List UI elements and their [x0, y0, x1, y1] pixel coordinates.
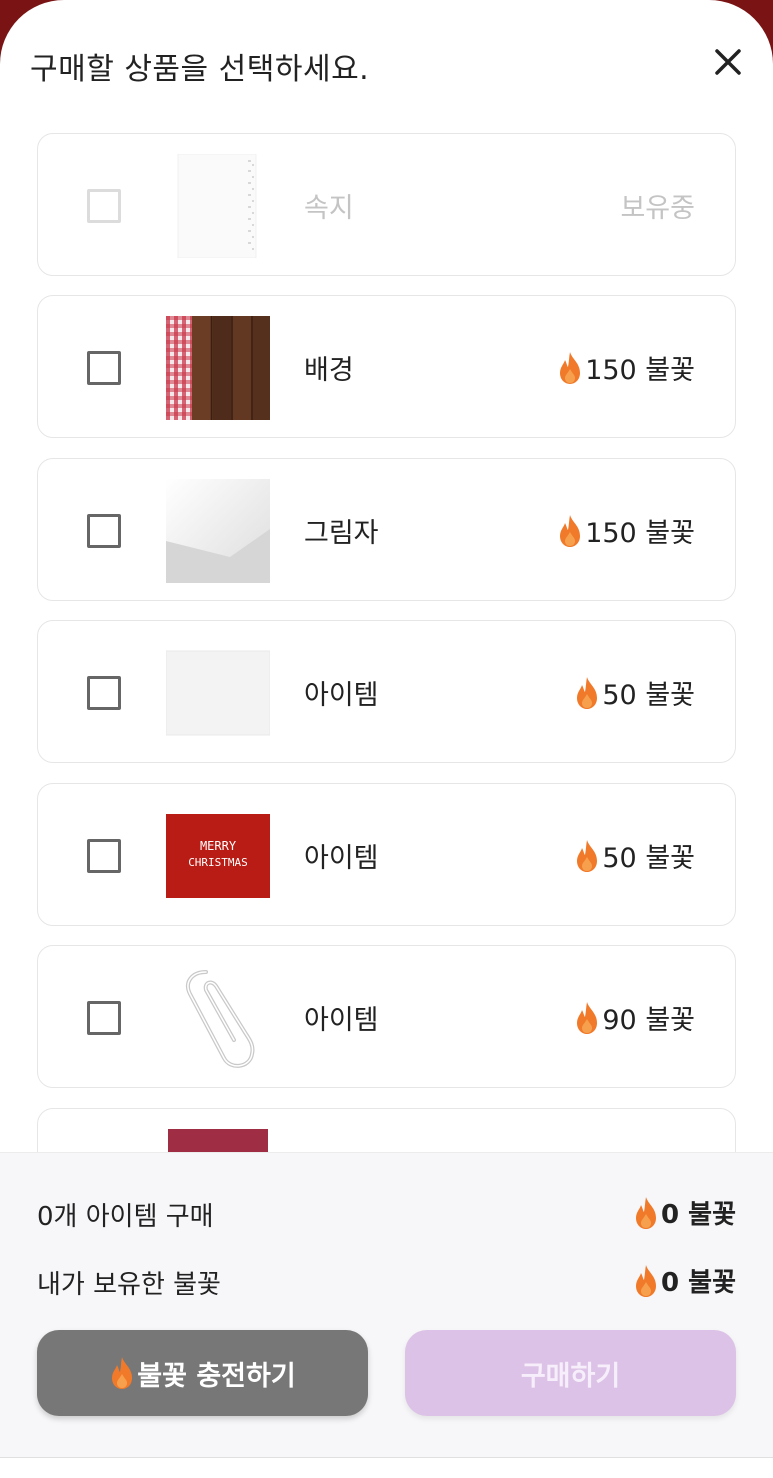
- close-icon: [715, 49, 741, 75]
- item-price: 150 불꽃: [557, 348, 695, 387]
- item-name: 배경: [304, 355, 354, 386]
- charge-sparks-label: 불꽃 충전하기: [137, 1360, 296, 1392]
- flame-icon: [560, 514, 581, 547]
- thumb-text-christmas: CHRISTMAS: [188, 856, 248, 869]
- item-price-text: 50 불꽃: [602, 843, 695, 874]
- owned-sparks-total: 0 불꽃: [633, 1262, 736, 1299]
- owned-sparks-row: 내가 보유한 불꽃 0 불꽃: [37, 1262, 736, 1302]
- list-item[interactable]: 아이템 50 불꽃: [37, 620, 736, 763]
- close-button[interactable]: [706, 40, 750, 84]
- purchase-sheet: 구매할 상품을 선택하세요. 속지 보유중 배경 150 불꽃 그림자 150 …: [0, 0, 773, 1478]
- purchase-count-row: 0개 아이템 구매 0 불꽃: [37, 1194, 736, 1234]
- item-checkbox[interactable]: [87, 839, 121, 873]
- sheet-header: 구매할 상품을 선택하세요.: [0, 0, 773, 130]
- item-name: 아이템: [304, 1005, 379, 1036]
- flame-icon: [560, 351, 581, 384]
- item-price-text: 150 불꽃: [585, 518, 695, 549]
- list-item[interactable]: 속지 보유중: [37, 133, 736, 276]
- owned-sparks-text: 0 불꽃: [661, 1268, 736, 1298]
- item-thumbnail-paper-sheet: [166, 153, 270, 259]
- list-item[interactable]: 아이템 90 불꽃: [37, 945, 736, 1088]
- buy-button-label: 구매하기: [520, 1360, 621, 1392]
- item-price-text: 50 불꽃: [602, 680, 695, 711]
- item-price: 50 불꽃: [574, 673, 695, 712]
- bottom-edge: [0, 1457, 773, 1478]
- purchase-count-label: 0개 아이템 구매: [37, 1202, 214, 1232]
- item-price: 150 불꽃: [557, 511, 695, 550]
- item-checkbox[interactable]: [87, 189, 121, 223]
- owned-status-label: 보유중: [620, 193, 695, 224]
- flame-icon: [636, 1196, 657, 1229]
- item-price: 90 불꽃: [574, 998, 695, 1037]
- list-item[interactable]: 그림자 150 불꽃: [37, 458, 736, 601]
- flame-icon: [577, 1001, 598, 1034]
- purchase-total-text: 0 불꽃: [661, 1200, 736, 1230]
- item-price-text: 150 불꽃: [585, 355, 695, 386]
- item-name: 아이템: [304, 843, 379, 874]
- item-name: 아이템: [304, 680, 379, 711]
- list-item[interactable]: 배경 150 불꽃: [37, 295, 736, 438]
- item-price: 50 불꽃: [574, 836, 695, 875]
- item-name: 속지: [304, 193, 354, 224]
- item-thumbnail-shadow: [166, 479, 270, 583]
- item-thumbnail-merry-christmas: MERRY CHRISTMAS: [166, 804, 270, 908]
- sheet-title: 구매할 상품을 선택하세요.: [30, 52, 370, 87]
- flame-icon: [577, 676, 598, 709]
- flame-icon: [636, 1264, 657, 1297]
- item-price-text: 90 불꽃: [602, 1005, 695, 1036]
- item-checkbox[interactable]: [87, 514, 121, 548]
- flame-icon: [112, 1357, 133, 1389]
- item-checkbox[interactable]: [87, 676, 121, 710]
- list-item[interactable]: MERRY CHRISTMAS 아이템 50 불꽃: [37, 783, 736, 926]
- owned-sparks-label: 내가 보유한 불꽃: [37, 1270, 221, 1300]
- item-thumbnail-paperclip: [166, 966, 270, 1070]
- item-checkbox[interactable]: [87, 351, 121, 385]
- buy-button[interactable]: 구매하기: [405, 1330, 736, 1416]
- item-thumbnail-white-paper: [165, 641, 271, 745]
- item-name: 그림자: [304, 518, 379, 549]
- item-thumbnail-wood-checker: [166, 316, 270, 420]
- thumb-text-merry: MERRY: [200, 839, 237, 853]
- item-checkbox[interactable]: [87, 1001, 121, 1035]
- charge-sparks-button[interactable]: 불꽃 충전하기: [37, 1330, 368, 1416]
- purchase-total: 0 불꽃: [633, 1194, 736, 1231]
- flame-icon: [577, 839, 598, 872]
- item-status: 보유중: [620, 186, 695, 225]
